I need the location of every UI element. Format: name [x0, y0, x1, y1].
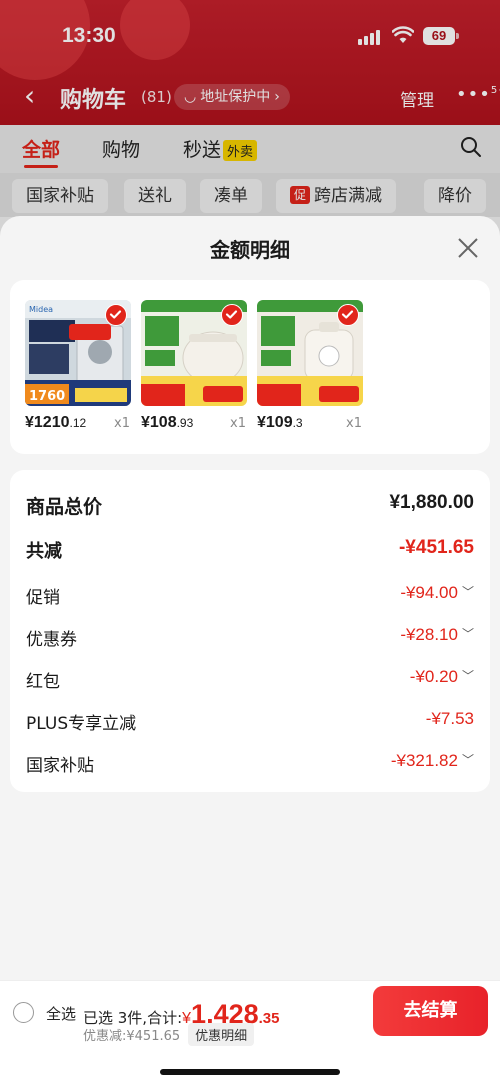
sheet-title: 金额明细 [210, 238, 290, 262]
subsidy-label: 国家补贴 [26, 756, 94, 776]
promotion-amount: -¥94.00 [400, 583, 458, 602]
product-item[interactable]: ¥109.3 x1 [257, 300, 363, 431]
product-item[interactable]: ¥108.93 x1 [141, 300, 247, 431]
svg-text:Midea: Midea [29, 305, 53, 314]
product-image-pressure-cooker [257, 300, 363, 406]
select-all-label[interactable]: 全选 [46, 1003, 76, 1024]
product-image-rice-cooker [141, 300, 247, 406]
product-qty: x1 [346, 416, 362, 431]
price-summary-card: 商品总价 ¥1,880.00 共减 -¥451.65 促销 -¥94.00 ﹀ 优… [10, 470, 490, 792]
plus-label: PLUS专享立减 [26, 714, 137, 734]
subsidy-value: -¥321.82 ﹀ [391, 751, 474, 771]
chevron-down-icon: ﹀ [461, 753, 474, 767]
reduce-label: 共减 [26, 541, 62, 562]
promotion-label: 促销 [26, 588, 60, 608]
price-dec: .12 [69, 416, 87, 430]
coupon-amount: -¥28.10 [400, 625, 458, 644]
check-icon[interactable] [105, 304, 127, 326]
product-qty: x1 [114, 416, 130, 431]
summary-row-reduce: 共减 -¥451.65 [26, 537, 474, 567]
product-price: ¥109.3 [257, 414, 303, 432]
red-packet-amount: -¥0.20 [409, 667, 458, 686]
grand-dec: .35 [258, 1010, 280, 1027]
product-price: ¥1210.12 [25, 414, 86, 432]
price-dec: .3 [292, 416, 303, 430]
check-icon[interactable] [337, 304, 359, 326]
home-indicator [160, 1069, 340, 1075]
summary-row-plus: PLUS专享立减 -¥7.53 [26, 709, 474, 739]
selected-products-card: Midea 1760 ¥1210.12 x1 ¥108.93 x1 ¥109.3… [10, 280, 490, 454]
select-all-radio[interactable] [13, 1002, 34, 1023]
amount-detail-sheet: 金额明细 Midea 1760 ¥1210.12 x1 ¥108.93 x1 ¥… [0, 216, 500, 1084]
summary-row-coupon[interactable]: 优惠券 -¥28.10 ﹀ [26, 625, 474, 655]
plus-value: -¥7.53 [425, 709, 474, 728]
summary-row-total: 商品总价 ¥1,880.00 [26, 492, 474, 522]
price-int: ¥108 [141, 414, 177, 431]
price-int: ¥109 [257, 414, 293, 431]
checkout-button[interactable]: 去结算 [373, 986, 488, 1036]
coupon-value: -¥28.10 ﹀ [400, 625, 474, 645]
chevron-down-icon: ﹀ [461, 627, 474, 641]
chevron-down-icon: ﹀ [461, 585, 474, 599]
reduce-value: -¥451.65 [398, 537, 474, 558]
summary-row-red-packet[interactable]: 红包 -¥0.20 ﹀ [26, 667, 474, 697]
background-cart-page: 13:30 69 ‹ 购物车 (81) ◡ 地址保护中 › 管理 •••5+ 全… [0, 0, 500, 240]
promotion-value: -¥94.00 ﹀ [400, 583, 474, 603]
coupon-label: 优惠券 [26, 630, 77, 650]
product-image-midea: Midea 1760 [25, 300, 131, 406]
total-value: ¥1,880.00 [389, 492, 474, 513]
discount-text: 优惠减:¥451.65 [83, 1029, 181, 1044]
summary-row-national-subsidy[interactable]: 国家补贴 -¥321.82 ﹀ [26, 751, 474, 781]
red-packet-value: -¥0.20 ﹀ [410, 667, 474, 687]
total-label: 商品总价 [26, 496, 103, 518]
price-int: ¥1210 [25, 414, 70, 431]
checkout-bar: 全选 已选 3件,合计:¥1,428.35 优惠减:¥451.65 优惠明细 去结… [0, 980, 500, 1084]
chevron-down-icon: ﹀ [461, 669, 474, 683]
product-price: ¥108.93 [141, 414, 193, 432]
price-dec: .93 [176, 416, 194, 430]
product-item[interactable]: Midea 1760 ¥1210.12 x1 [25, 300, 131, 431]
product-qty: x1 [230, 416, 246, 431]
dim-overlay[interactable] [0, 0, 500, 240]
discount-line: 优惠减:¥451.65 优惠明细 [83, 1023, 255, 1046]
summary-row-promotion[interactable]: 促销 -¥94.00 ﹀ [26, 583, 474, 613]
red-packet-label: 红包 [26, 672, 60, 692]
subsidy-amount: -¥321.82 [390, 751, 458, 770]
check-icon[interactable] [221, 304, 243, 326]
close-icon[interactable] [456, 236, 480, 260]
svg-text:1760: 1760 [29, 389, 65, 404]
discount-detail-button[interactable]: 优惠明细 [188, 1023, 255, 1046]
